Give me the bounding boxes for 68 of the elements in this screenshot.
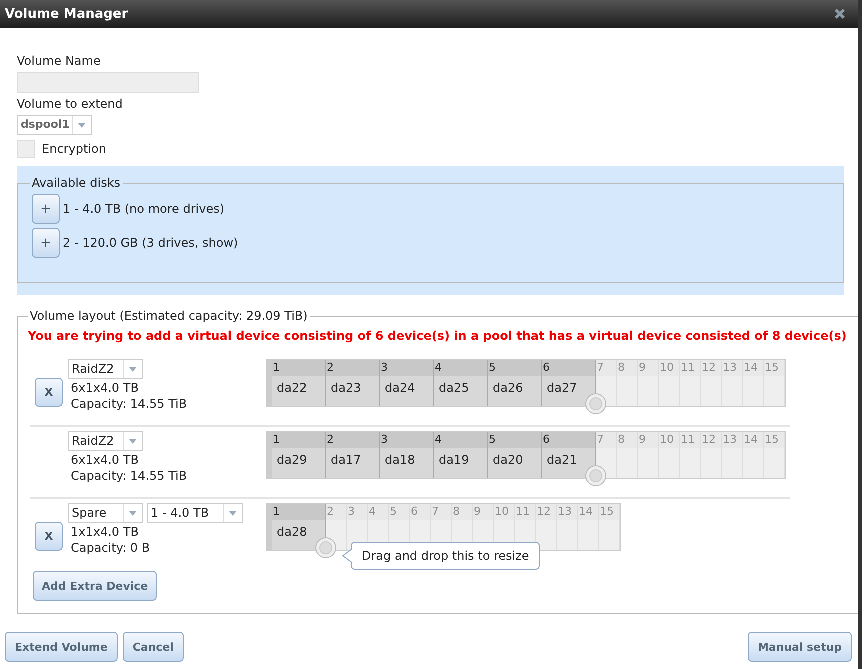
empty-slot: 13 [557, 504, 578, 550]
disk-slot: 5 da20 [488, 432, 542, 478]
empty-slot: 11 [680, 360, 701, 406]
disk-slot: 5 da26 [488, 360, 542, 406]
empty-slot: 11 [680, 432, 701, 478]
section-title: Available disks [32, 176, 121, 190]
checkbox-label: Encryption [42, 142, 106, 156]
window-title: Volume Manager [5, 6, 128, 22]
empty-slot: 13 [722, 432, 743, 478]
disk-slot: 6 da27 [542, 360, 596, 406]
field-label: Volume to extend [17, 97, 124, 111]
empty-slot: 8 [617, 360, 638, 406]
empty-slot: 9 [638, 432, 659, 478]
empty-slot: 10 [659, 360, 680, 406]
add-disk-button[interactable]: + [32, 194, 60, 224]
disk-slot: 3 da24 [380, 360, 434, 406]
empty-slot: 9 [638, 360, 659, 406]
footer-button[interactable]: Extend Volume [5, 632, 118, 662]
add-disk-button[interactable]: + [32, 228, 60, 258]
disk-slot: 1 da28 [272, 504, 326, 550]
vdev-summary: 6x1x4.0 TB [70, 453, 140, 467]
disk-group-label: 2 - 120.0 GB (3 drives, show) [63, 236, 238, 250]
remove-button[interactable]: X [35, 522, 63, 550]
close-icon[interactable] [834, 8, 846, 20]
vdev-type-select[interactable]: RaidZ2 [68, 431, 143, 451]
empty-slot: 12 [701, 360, 722, 406]
empty-slot: 14 [743, 360, 764, 406]
disk-slot: 2 da17 [326, 432, 380, 478]
vdev-summary: 6x1x4.0 TB [70, 381, 140, 395]
disk-size-select[interactable]: 1 - 4.0 TB [147, 503, 243, 523]
empty-slot: 15 [599, 504, 620, 550]
empty-slot: 8 [617, 432, 638, 478]
empty-slot: 15 [764, 432, 785, 478]
empty-slot: 12 [701, 432, 722, 478]
empty-slot: 15 [764, 360, 785, 406]
volume-name-field[interactable] [17, 72, 199, 93]
footer-button[interactable]: Cancel [122, 632, 184, 662]
resize-handle[interactable] [585, 465, 607, 487]
volume-select[interactable]: dspool1 [17, 115, 92, 135]
vdev-summary: 1x1x4.0 TB [70, 525, 140, 539]
empty-slot: 10 [659, 432, 680, 478]
empty-slot: 14 [743, 432, 764, 478]
disk-slot: 4 da19 [434, 432, 488, 478]
vdev-type-select[interactable]: Spare [68, 503, 143, 523]
resize-handle[interactable] [585, 393, 607, 415]
remove-button[interactable]: X [35, 378, 63, 406]
footer-button[interactable]: Manual setup [748, 632, 852, 662]
disk-slot: 4 da25 [434, 360, 488, 406]
field-label: Volume Name [17, 54, 102, 68]
disk-slot: 2 da23 [326, 360, 380, 406]
disk-slot: 1 da29 [272, 432, 326, 478]
disk-slot: 6 da21 [542, 432, 596, 478]
disk-group-label: 1 - 4.0 TB (no more drives) [63, 202, 225, 216]
disk-slot: 1 da22 [272, 360, 326, 406]
tooltip-pointer-icon [342, 549, 352, 563]
section-title: Volume layout (Estimated capacity: 29.09 TiB) [30, 309, 308, 323]
disk-slot: 3 da18 [380, 432, 434, 478]
vdev-capacity: Capacity: 0 B [70, 541, 152, 555]
encryption-checkbox[interactable] [17, 140, 35, 158]
warning-message: You are trying to add a virtual device consisting of 6 device(s) in a pool that has a virtual device consisted of 8 device(s) [28, 329, 847, 343]
vdev-capacity: Capacity: 14.55 TiB [70, 469, 188, 483]
empty-slot: 13 [722, 360, 743, 406]
vdev-capacity: Capacity: 14.55 TiB [70, 397, 188, 411]
vdev-type-select[interactable]: RaidZ2 [68, 359, 143, 379]
add-extra-device-button[interactable]: Add Extra Device [33, 571, 158, 601]
resize-handle[interactable] [315, 537, 337, 559]
empty-slot: 12 [536, 504, 557, 550]
empty-slot: 14 [578, 504, 599, 550]
